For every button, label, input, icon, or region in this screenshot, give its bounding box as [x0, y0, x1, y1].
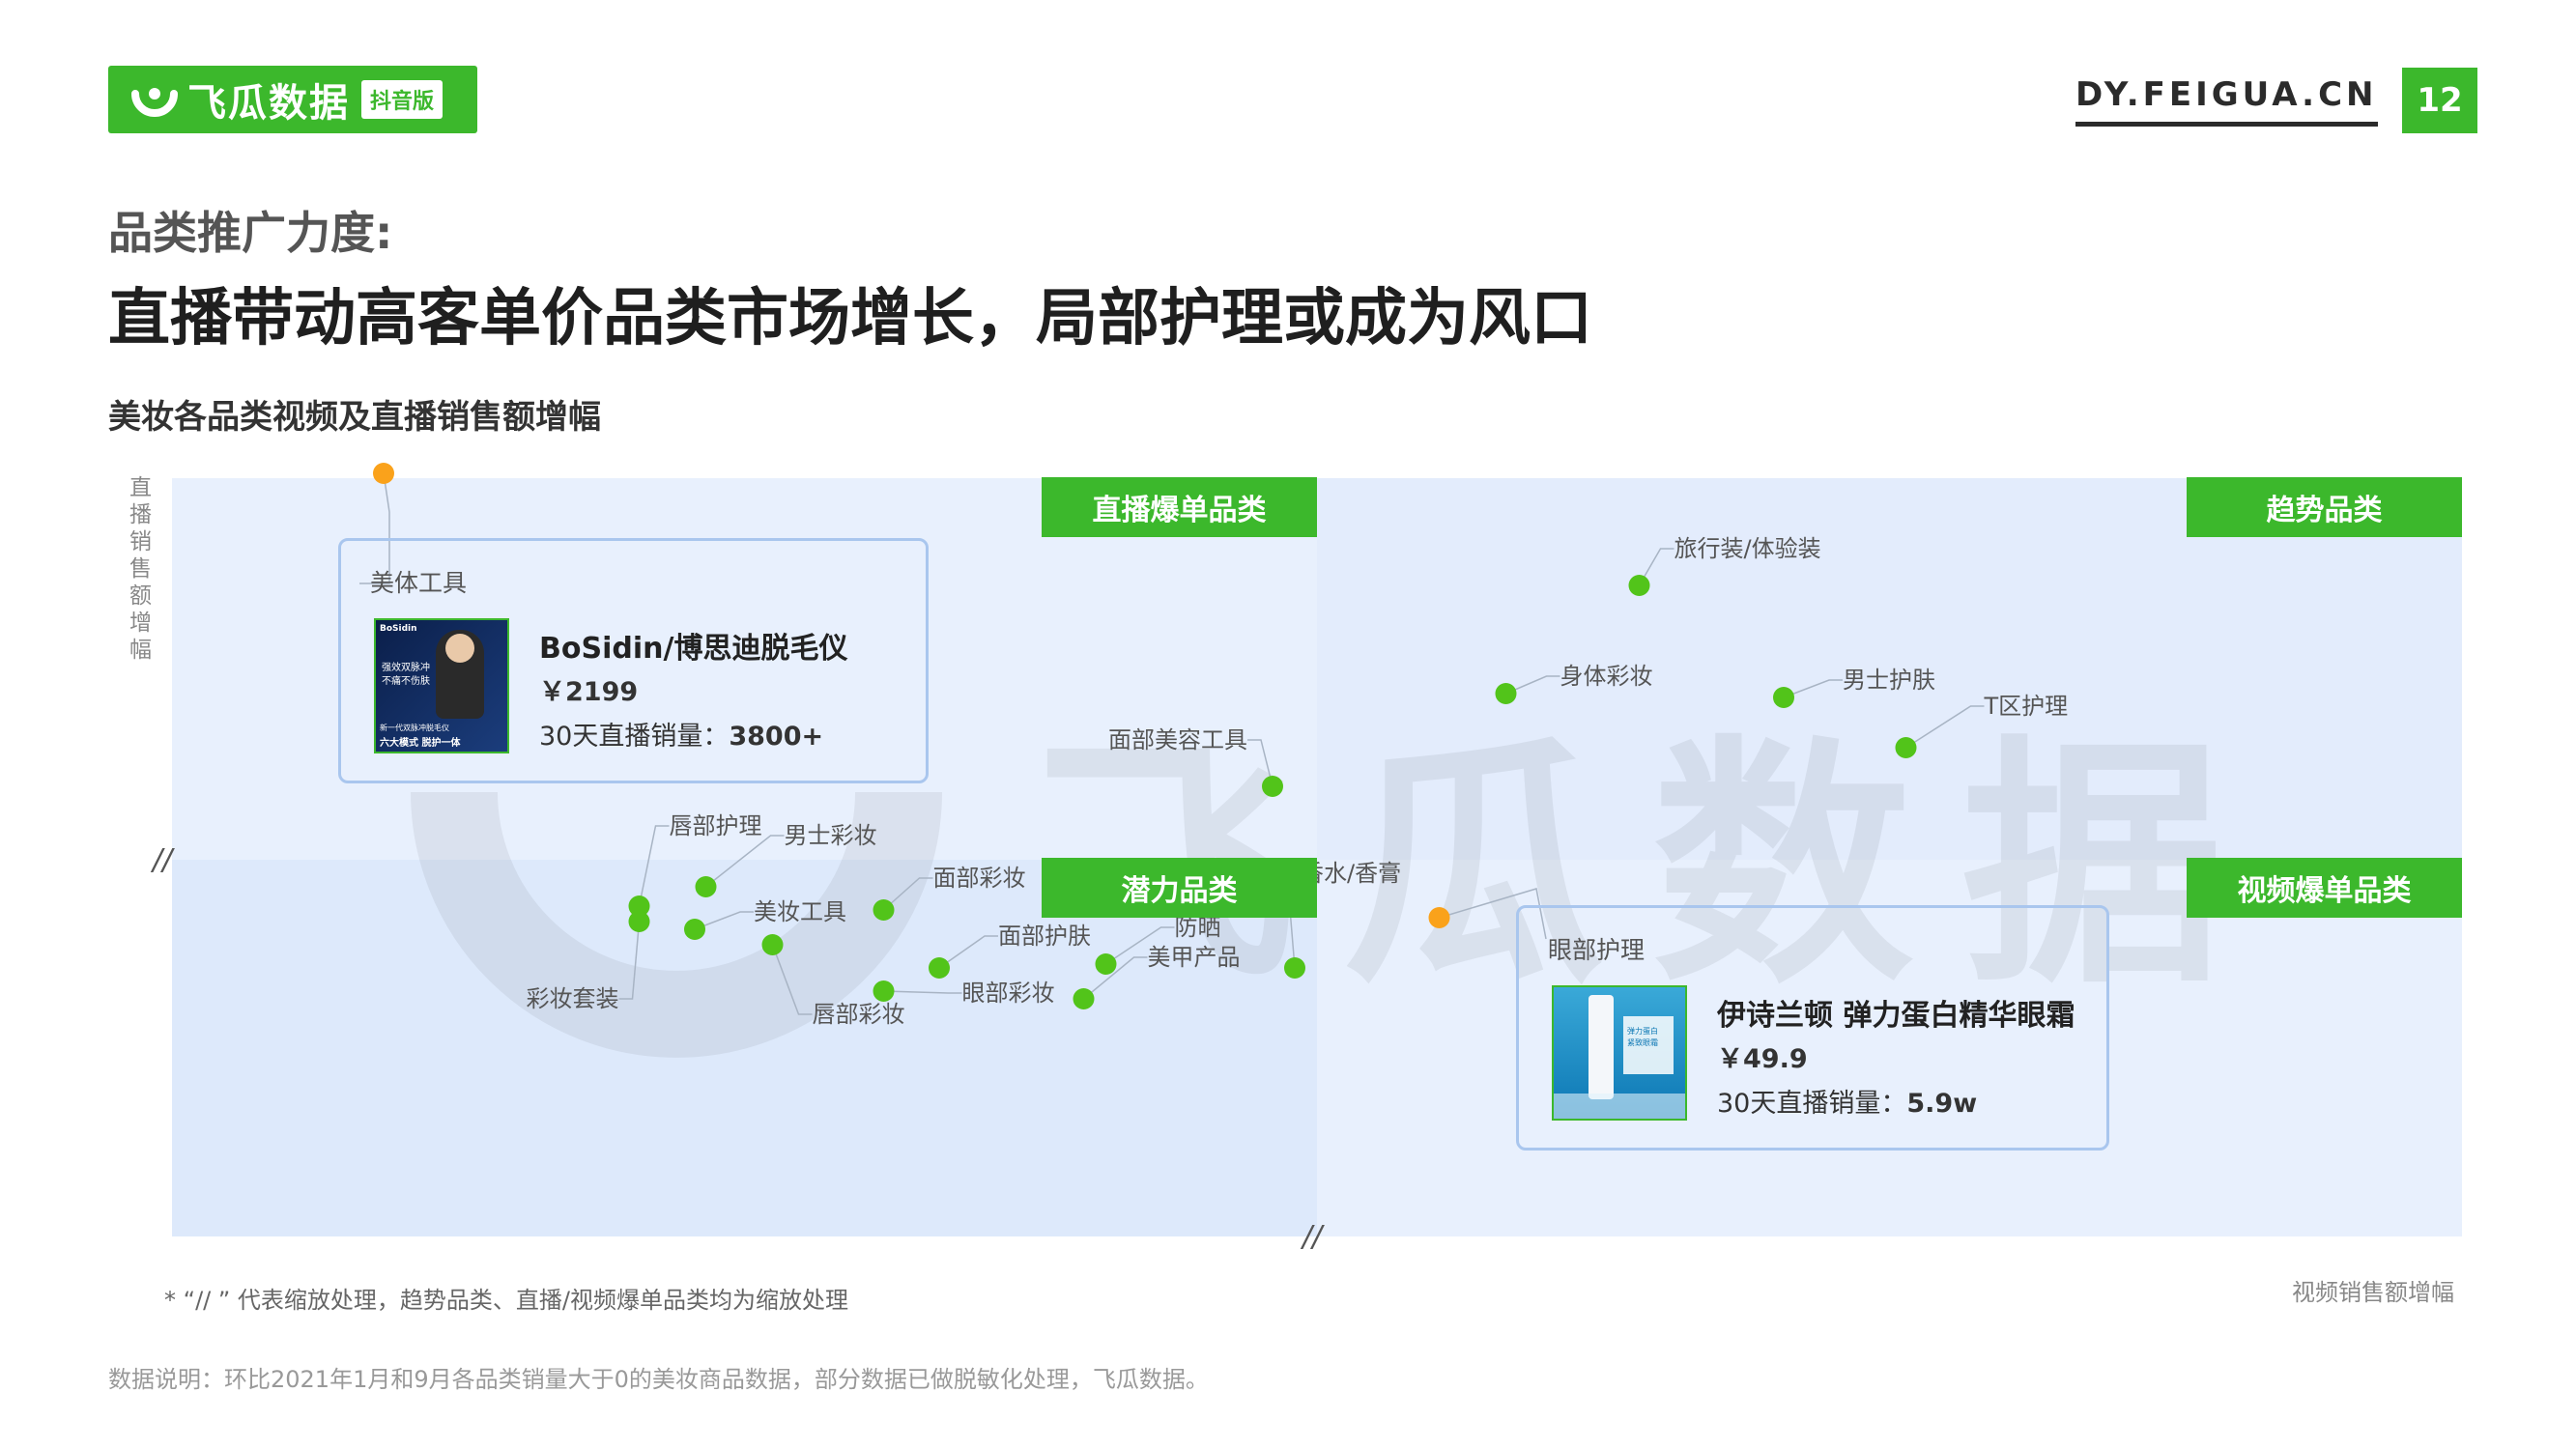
callout-sales-value: 3800+ — [729, 722, 824, 752]
point-label: 美妆工具 — [754, 898, 846, 925]
product-image-caption: 紧致眼霜 — [1627, 1038, 1658, 1047]
point-label: 面部彩妆 — [933, 865, 1026, 892]
callout-sales: 30天直播销量：3800+ — [539, 715, 823, 753]
scatter-point[interactable] — [628, 911, 650, 932]
callout-card-body-tool: 美体工具 BoSidin 强效双脉冲 不痛不伤肤 新一代双脉冲脱毛仪 六大模式 … — [338, 538, 929, 783]
point-label: 眼部彩妆 — [962, 980, 1055, 1007]
callout-sales-value: 5.9w — [1906, 1089, 1978, 1119]
data-source-note: 数据说明：环比2021年1月和9月各品类销量大于0的美妆商品数据，部分数据已做脱… — [108, 1366, 1209, 1393]
y-axis-label-char: 增 — [129, 611, 152, 636]
quadrant-label-video-hit: 视频爆单品类 — [2187, 858, 2462, 918]
scatter-point[interactable] — [1262, 776, 1283, 797]
scatter-point[interactable] — [1895, 737, 1917, 758]
point-label: 男士彩妆 — [785, 822, 877, 849]
scatter-point[interactable] — [1284, 957, 1305, 979]
scatter-point[interactable] — [1095, 953, 1117, 975]
product-tube — [1589, 995, 1614, 1099]
scatter-point[interactable] — [1428, 907, 1450, 928]
quadrant-label-potential: 潜力品类 — [1042, 858, 1317, 918]
point-label: 面部护肤 — [998, 923, 1091, 950]
scatter-point[interactable] — [873, 899, 895, 921]
y-axis-label-char: 播 — [129, 502, 152, 527]
callout-card-eye-care: 眼部护理 弹力蛋白 紧致眼霜 伊诗兰顿 弹力蛋白精华眼霜 ￥49.9 30天直播… — [1516, 905, 2109, 1151]
product-image-caption: 弹力蛋白 — [1627, 1027, 1658, 1036]
scatter-point[interactable] — [929, 957, 950, 979]
scatter-point[interactable] — [373, 463, 394, 484]
y-axis-label-char: 幅 — [129, 638, 152, 663]
x-axis-break: // — [1300, 1220, 1325, 1254]
callout-product-name: 伊诗兰顿 弹力蛋白精华眼霜 — [1717, 999, 2075, 1033]
y-axis-label-char: 售 — [129, 556, 152, 582]
scatter-point[interactable] — [684, 919, 705, 940]
point-label: T区护理 — [1984, 693, 2069, 720]
product-image-caption: 六大模式 脱护一体 — [380, 738, 461, 749]
product-image-brand: BoSidin — [380, 624, 417, 634]
point-label: 面部美容工具 — [1108, 726, 1247, 753]
point-label: 男士护肤 — [1843, 667, 1935, 694]
product-water — [1554, 1094, 1685, 1119]
scatter-point[interactable] — [1773, 687, 1794, 708]
point-label: 唇部彩妆 — [813, 1001, 905, 1028]
footnote: * “// ” 代表缩放处理，趋势品类、直播/视频爆单品类均为缩放处理 — [164, 1287, 849, 1314]
callout-price: ￥49.9 — [1717, 1044, 1808, 1074]
scatter-point[interactable] — [1073, 988, 1095, 1009]
y-axis-label-char: 直 — [129, 475, 152, 500]
callout-sales-label: 30天直播销量： — [1717, 1089, 1907, 1119]
callout-product-name: BoSidin/博思迪脱毛仪 — [539, 632, 848, 666]
callout-category: 美体工具 — [370, 569, 468, 597]
scatter-point[interactable] — [761, 934, 784, 955]
y-axis-label: 直播销售额增幅 — [129, 475, 152, 663]
quadrant-label-live-hit: 直播爆单品类 — [1042, 477, 1317, 537]
point-label: 美甲产品 — [1148, 944, 1241, 971]
x-axis-label: 视频销售额增幅 — [2292, 1279, 2454, 1306]
callout-category: 眼部护理 — [1548, 936, 1646, 964]
y-axis-label-char: 额 — [129, 583, 152, 609]
point-label: 旅行装/体验装 — [1674, 535, 1821, 562]
scatter-point[interactable] — [1628, 575, 1650, 596]
product-image-caption: 强效双脉冲 — [382, 663, 430, 673]
product-image: 弹力蛋白 紧致眼霜 — [1552, 985, 1687, 1121]
point-label: 防晒 — [1175, 914, 1221, 941]
scatter-point[interactable] — [873, 980, 895, 1002]
callout-price: ￥2199 — [539, 677, 639, 707]
point-label: 身体彩妆 — [1560, 663, 1653, 690]
y-axis-label-char: 销 — [129, 529, 152, 554]
callout-sales-label: 30天直播销量： — [539, 722, 730, 752]
model-face — [445, 634, 474, 663]
scatter-point[interactable] — [1495, 683, 1517, 704]
scatter-point[interactable] — [695, 876, 717, 897]
point-label: 彩妆套装 — [527, 985, 619, 1012]
product-image: BoSidin 强效双脉冲 不痛不伤肤 新一代双脉冲脱毛仪 六大模式 脱护一体 — [374, 618, 509, 753]
product-image-caption: 新一代双脉冲脱毛仪 — [380, 724, 449, 732]
quadrant-label-trend: 趋势品类 — [2187, 477, 2462, 537]
point-label: 唇部护理 — [670, 812, 762, 839]
product-image-caption: 不痛不伤肤 — [382, 676, 430, 687]
y-axis-break: // — [150, 843, 175, 877]
callout-sales: 30天直播销量：5.9w — [1717, 1082, 1977, 1120]
